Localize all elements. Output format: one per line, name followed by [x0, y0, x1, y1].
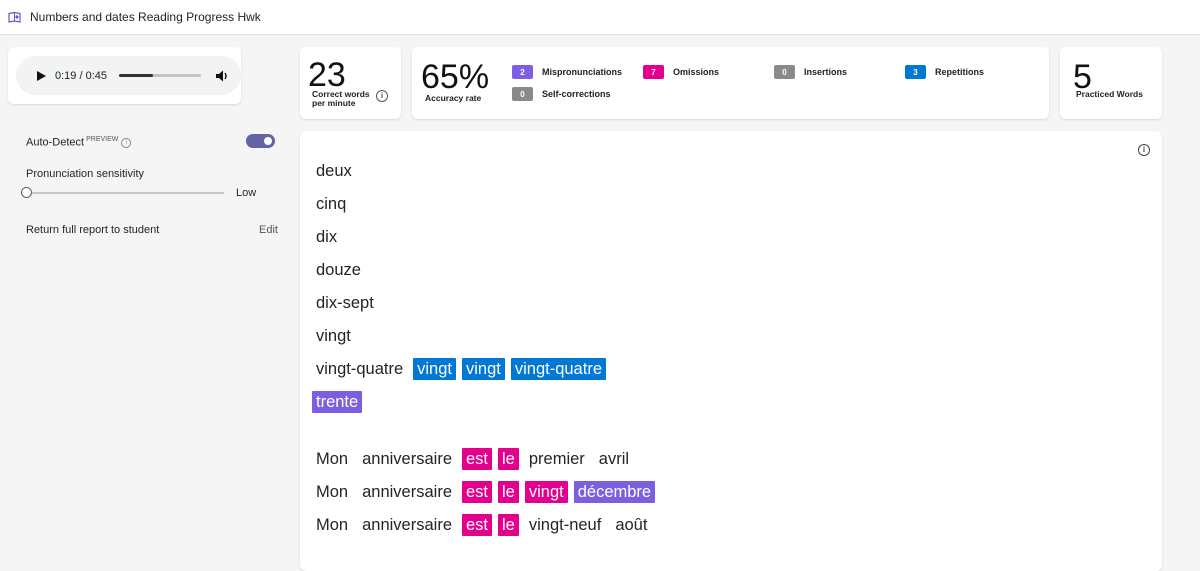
passage-word-normal[interactable]: Mon: [312, 481, 352, 503]
auto-detect-toggle[interactable]: [246, 134, 275, 148]
passage-line: deux: [312, 158, 362, 184]
wcpm-value: 23: [308, 56, 346, 94]
audio-player: 0:19 / 0:45: [16, 56, 241, 95]
error-label: Self-corrections: [542, 89, 611, 99]
passage-word-normal[interactable]: dix-sept: [312, 292, 378, 314]
error-omissions[interactable]: 7 Omissions: [643, 65, 719, 79]
passage-line: Mon anniversaire est le vingt décembre: [312, 479, 661, 505]
insertion-badge: 0: [774, 65, 795, 79]
passage-word-omission[interactable]: est: [462, 448, 493, 470]
passage-word-omission[interactable]: vingt: [524, 481, 568, 503]
passage-word-normal[interactable]: août: [611, 514, 651, 536]
wcpm-card: 23 Correct words per minute i: [300, 47, 401, 119]
passage-line: vingt: [312, 323, 361, 349]
passage-word-omission[interactable]: le: [498, 448, 519, 470]
auto-detect-text: Auto-Detect: [26, 136, 85, 149]
passage-line: douze: [312, 257, 371, 283]
pronunciation-sensitivity-slider[interactable]: [21, 187, 224, 198]
auto-detect-row: Auto-Detect PREVIEW i: [26, 132, 277, 152]
self-correction-badge: 0: [512, 87, 533, 101]
practiced-label: Practiced Words: [1076, 89, 1143, 99]
toggle-knob: [264, 137, 272, 145]
pronunciation-sensitivity-label: Pronunciation sensitivity: [26, 168, 145, 180]
passage-word-mispronunciation[interactable]: décembre: [573, 481, 656, 503]
audio-seek-bar[interactable]: [119, 74, 202, 77]
wcpm-label-line2: per minute: [312, 98, 356, 108]
edit-link[interactable]: Edit: [259, 224, 278, 236]
accuracy-card: 65% Accuracy rate 2 Mispronunciations 7 …: [412, 47, 1049, 119]
passage-word-normal[interactable]: cinq: [312, 193, 350, 215]
audio-current-time: 0:19: [55, 69, 77, 82]
audio-time: 0:19 / 0:45: [55, 70, 107, 82]
info-icon[interactable]: i: [121, 137, 132, 148]
error-repetitions[interactable]: 3 Repetitions: [905, 65, 984, 79]
preview-tag: PREVIEW: [86, 136, 119, 143]
passage-line: dix: [312, 224, 347, 250]
audio-duration: 0:45: [85, 69, 108, 82]
return-report-label: Return full report to student: [26, 224, 160, 236]
error-label: Omissions: [673, 67, 720, 77]
error-label: Repetitions: [935, 67, 985, 77]
passage-word-normal[interactable]: anniversaire: [358, 448, 456, 470]
passage-word-mispronunciation[interactable]: trente: [312, 391, 363, 413]
passage-word-normal[interactable]: premier: [525, 448, 589, 470]
passage-word-normal[interactable]: douze: [312, 259, 365, 281]
passage-word-omission[interactable]: le: [498, 481, 519, 503]
passage-line: cinq: [312, 191, 356, 217]
sensitivity-value: Low: [236, 187, 257, 199]
passage-line: Mon anniversaire est le vingt-neuf août: [312, 512, 657, 538]
passage-word-normal[interactable]: anniversaire: [358, 481, 456, 503]
passage-word-normal[interactable]: vingt: [312, 325, 355, 347]
slider-thumb[interactable]: [21, 187, 32, 198]
title-bar: Numbers and dates Reading Progress Hwk: [0, 0, 1200, 35]
passage-word-repetition[interactable]: vingt: [413, 358, 456, 380]
passage-word-repetition[interactable]: vingt: [462, 358, 505, 380]
audio-seek-progress: [119, 74, 154, 77]
passage-word-repetition[interactable]: vingt-quatre: [510, 358, 606, 380]
error-insertions[interactable]: 0 Insertions: [774, 65, 847, 79]
error-self-corrections[interactable]: 0 Self-corrections: [512, 87, 611, 101]
play-icon[interactable]: [37, 70, 47, 82]
mispronunciation-badge: 2: [512, 65, 533, 79]
wcpm-label: Correct words per minute: [312, 90, 370, 108]
passage-line: dix-sept: [312, 290, 384, 316]
passage-word-normal[interactable]: avril: [595, 448, 633, 470]
error-label: Insertions: [804, 67, 848, 77]
omission-badge: 7: [643, 65, 664, 79]
volume-icon[interactable]: [216, 69, 230, 83]
passage-word-normal[interactable]: anniversaire: [358, 514, 456, 536]
audio-player-card: 0:19 / 0:45: [8, 47, 241, 104]
reading-passage: i deux cinq dix douze dix-sept vingt vingt-qua…: [300, 131, 1162, 571]
wcpm-info-icon[interactable]: i: [376, 90, 388, 102]
passage-word-normal[interactable]: Mon: [312, 448, 352, 470]
audio-time-separator: /: [76, 69, 86, 82]
auto-detect-label: Auto-Detect PREVIEW i: [26, 136, 132, 149]
passage-word-omission[interactable]: est: [462, 481, 493, 503]
window-title: Numbers and dates Reading Progress Hwk: [30, 10, 261, 24]
reading-progress-icon: [6, 9, 22, 25]
practiced-words-card: 5 Practiced Words: [1060, 47, 1162, 119]
passage-word-normal[interactable]: deux: [312, 160, 356, 182]
passage-word-normal[interactable]: Mon: [312, 514, 352, 536]
repetition-badge: 3: [905, 65, 926, 79]
passage-word-omission[interactable]: est: [462, 514, 493, 536]
passage-word-normal[interactable]: vingt-quatre: [312, 358, 407, 380]
passage-line: vingt-quatre vingt vingt vingt-quatre: [312, 356, 612, 382]
passage-info-icon[interactable]: i: [1138, 144, 1150, 156]
accuracy-value: 65%: [421, 58, 490, 96]
passage-line: Mon anniversaire est le premier avril: [312, 446, 639, 472]
accuracy-label: Accuracy rate: [425, 93, 482, 103]
passage-word-normal[interactable]: dix: [312, 226, 341, 248]
passage-word-omission[interactable]: le: [498, 514, 519, 536]
error-label: Mispronunciations: [542, 67, 623, 77]
error-mispronunciations[interactable]: 2 Mispronunciations: [512, 65, 622, 79]
passage-word-normal[interactable]: vingt-neuf: [525, 514, 605, 536]
passage-line: trente: [312, 389, 368, 415]
